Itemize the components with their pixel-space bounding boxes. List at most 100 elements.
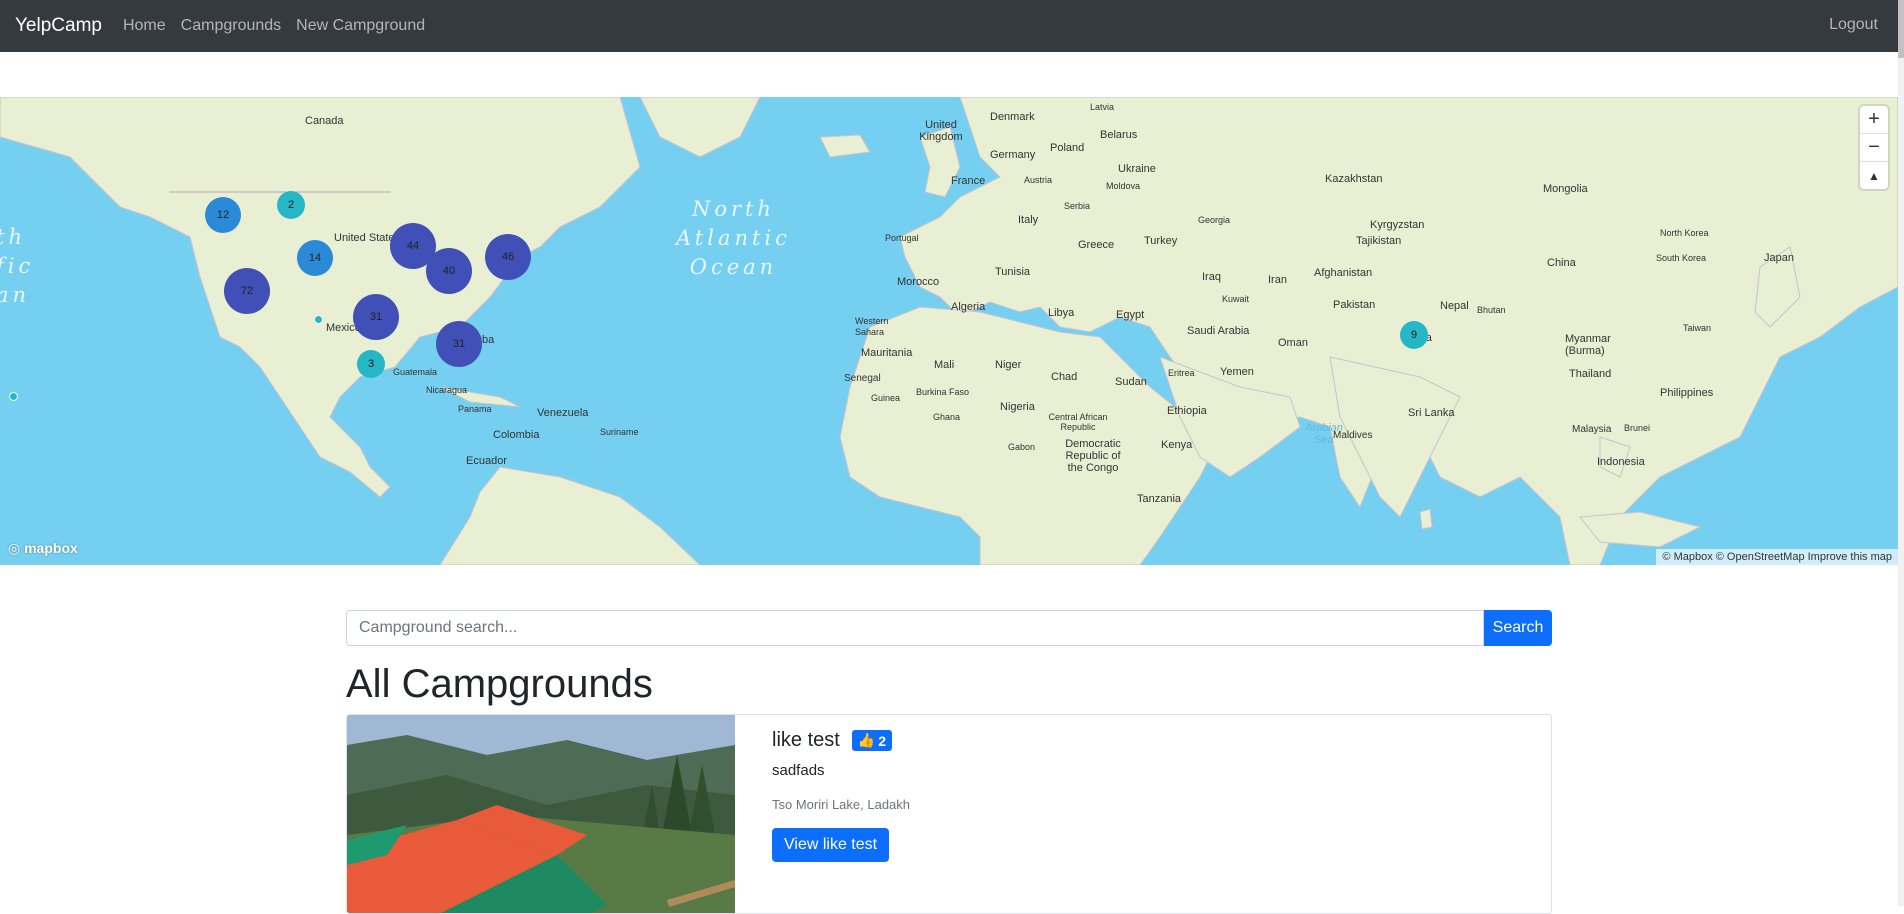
search-bar: Search [346, 610, 1552, 646]
mapbox-logo[interactable]: ◎ mapbox [8, 540, 78, 557]
country-label: Nigeria [1000, 401, 1035, 413]
nav-campgrounds-link[interactable]: Campgrounds [181, 17, 282, 35]
country-label: Iran [1268, 274, 1287, 286]
country-label: Bhutan [1477, 305, 1506, 315]
scrollbar[interactable] [1898, 0, 1904, 906]
country-label: Yemen [1220, 366, 1254, 378]
country-label: Saudi Arabia [1187, 325, 1250, 337]
map-cluster[interactable]: 46 [485, 234, 531, 280]
map-cluster[interactable]: 31 [353, 294, 399, 340]
country-label: Ghana [933, 412, 961, 422]
country-label: Moldova [1106, 181, 1141, 191]
country-label: Mali [934, 359, 955, 371]
country-label: Ukraine [1118, 163, 1156, 175]
ocean-label-atlantic: North Atlantic Ocean [676, 197, 791, 279]
country-label: Serbia [1064, 201, 1091, 211]
country-label: Afghanistan [1314, 267, 1373, 279]
country-label: Pakistan [1333, 299, 1376, 311]
campground-card: like test 👍 2 sadfads Tso Moriri Lake, L… [346, 714, 1552, 914]
country-label: Nicaragua [426, 385, 468, 395]
map-cluster[interactable]: 72 [224, 268, 270, 314]
like-badge[interactable]: 👍 2 [851, 730, 893, 751]
country-label: Tunisia [995, 266, 1031, 278]
campground-title: like test [772, 729, 840, 751]
country-label: Kazakhstan [1325, 173, 1383, 185]
map-cluster[interactable]: 40 [426, 248, 472, 294]
search-button[interactable]: Search [1484, 610, 1552, 646]
logout-link[interactable]: Logout [1829, 16, 1878, 34]
nav-home-link[interactable]: Home [123, 17, 166, 35]
compass-icon[interactable]: ▲ [1860, 162, 1888, 189]
map-attribution[interactable]: © Mapbox © OpenStreetMap Improve this ma… [1656, 549, 1898, 565]
nav-new-campground-link[interactable]: New Campground [296, 17, 425, 35]
country-label: Democratic Republic of the Congo [1065, 438, 1121, 474]
country-label: Panama [458, 404, 492, 414]
country-label: Myanmar (Burma) [1565, 333, 1611, 357]
ocean-label-pacific: th fic an [0, 225, 35, 307]
country-label: China [1547, 257, 1576, 269]
country-label: Algeria [951, 301, 986, 313]
country-label: Austria [1024, 175, 1053, 185]
map-point[interactable] [9, 392, 18, 401]
search-input[interactable] [346, 610, 1484, 646]
country-label: Denmark [990, 111, 1035, 123]
mapbox-logo-icon: ◎ [8, 540, 25, 556]
country-label: Taiwan [1683, 323, 1712, 333]
navbar: YelpCamp Home Campgrounds New Campground… [0, 0, 1904, 52]
country-label: United Kingdom [919, 119, 963, 143]
country-label: Indonesia [1597, 456, 1645, 468]
country-label: Brunei [1624, 423, 1651, 433]
view-campground-button[interactable]: View like test [772, 828, 890, 862]
brand-link[interactable]: YelpCamp [15, 15, 102, 37]
campground-photo [347, 715, 735, 913]
country-label: Belarus [1100, 129, 1138, 141]
country-label: Nepal [1440, 300, 1469, 312]
country-label: Libya [1048, 307, 1075, 319]
zoom-in-button[interactable]: + [1860, 106, 1888, 134]
country-label: Italy [1018, 214, 1039, 226]
map-land-layer [0, 97, 1898, 565]
map-cluster[interactable]: 31 [436, 321, 482, 367]
page-title: All Campgrounds [346, 662, 653, 706]
map-cluster[interactable]: 14 [297, 240, 333, 276]
map-cluster[interactable]: 2 [277, 191, 305, 219]
country-label: Kenya [1161, 439, 1193, 451]
campground-location: Tso Moriri Lake, Ladakh [772, 797, 911, 812]
campground-description: sadfads [772, 762, 825, 779]
map-controls: + − ▲ [1860, 106, 1888, 189]
like-count: 2 [878, 732, 887, 749]
cluster-map[interactable]: North Atlantic Ocean th fic an Arabian S… [0, 97, 1898, 565]
country-label: Poland [1050, 142, 1085, 154]
map-cluster[interactable]: 9 [1400, 321, 1428, 349]
country-label: Kyrgyzstan [1370, 219, 1425, 231]
zoom-out-button[interactable]: − [1860, 134, 1888, 162]
country-label: Western Sahara [855, 316, 889, 337]
country-label: Latvia [1090, 102, 1115, 112]
campground-image [347, 715, 735, 913]
country-label: Egypt [1116, 309, 1145, 321]
country-label: Turkey [1144, 235, 1178, 247]
country-label: Suriname [600, 427, 639, 437]
country-label: Portugal [885, 233, 919, 243]
country-label: Chad [1051, 371, 1078, 383]
country-label: Colombia [493, 429, 540, 441]
country-label: Ecuador [466, 455, 507, 467]
country-label: North Korea [1660, 228, 1709, 238]
country-label: Tajikistan [1356, 235, 1402, 247]
scrollbar-thumb[interactable] [1898, 0, 1904, 58]
thumbs-up-icon: 👍 [857, 732, 876, 748]
map-cluster[interactable]: 12 [205, 197, 241, 233]
country-label: Guatemala [393, 367, 438, 377]
map-point[interactable] [314, 315, 323, 324]
country-label: Georgia [1198, 215, 1231, 225]
country-label: Ethiopia [1167, 405, 1207, 417]
country-label: Japan [1764, 252, 1794, 264]
country-label: Niger [995, 359, 1022, 371]
country-label: Sri Lanka [1408, 407, 1455, 419]
map-cluster[interactable]: 3 [357, 350, 385, 378]
country-label: Burkina Faso [916, 387, 970, 397]
country-label: France [951, 175, 986, 187]
country-label: Central African Republic [1048, 412, 1108, 432]
country-label: Eritrea [1168, 368, 1195, 378]
campground-card-body: like test 👍 2 sadfads Tso Moriri Lake, L… [772, 729, 910, 862]
